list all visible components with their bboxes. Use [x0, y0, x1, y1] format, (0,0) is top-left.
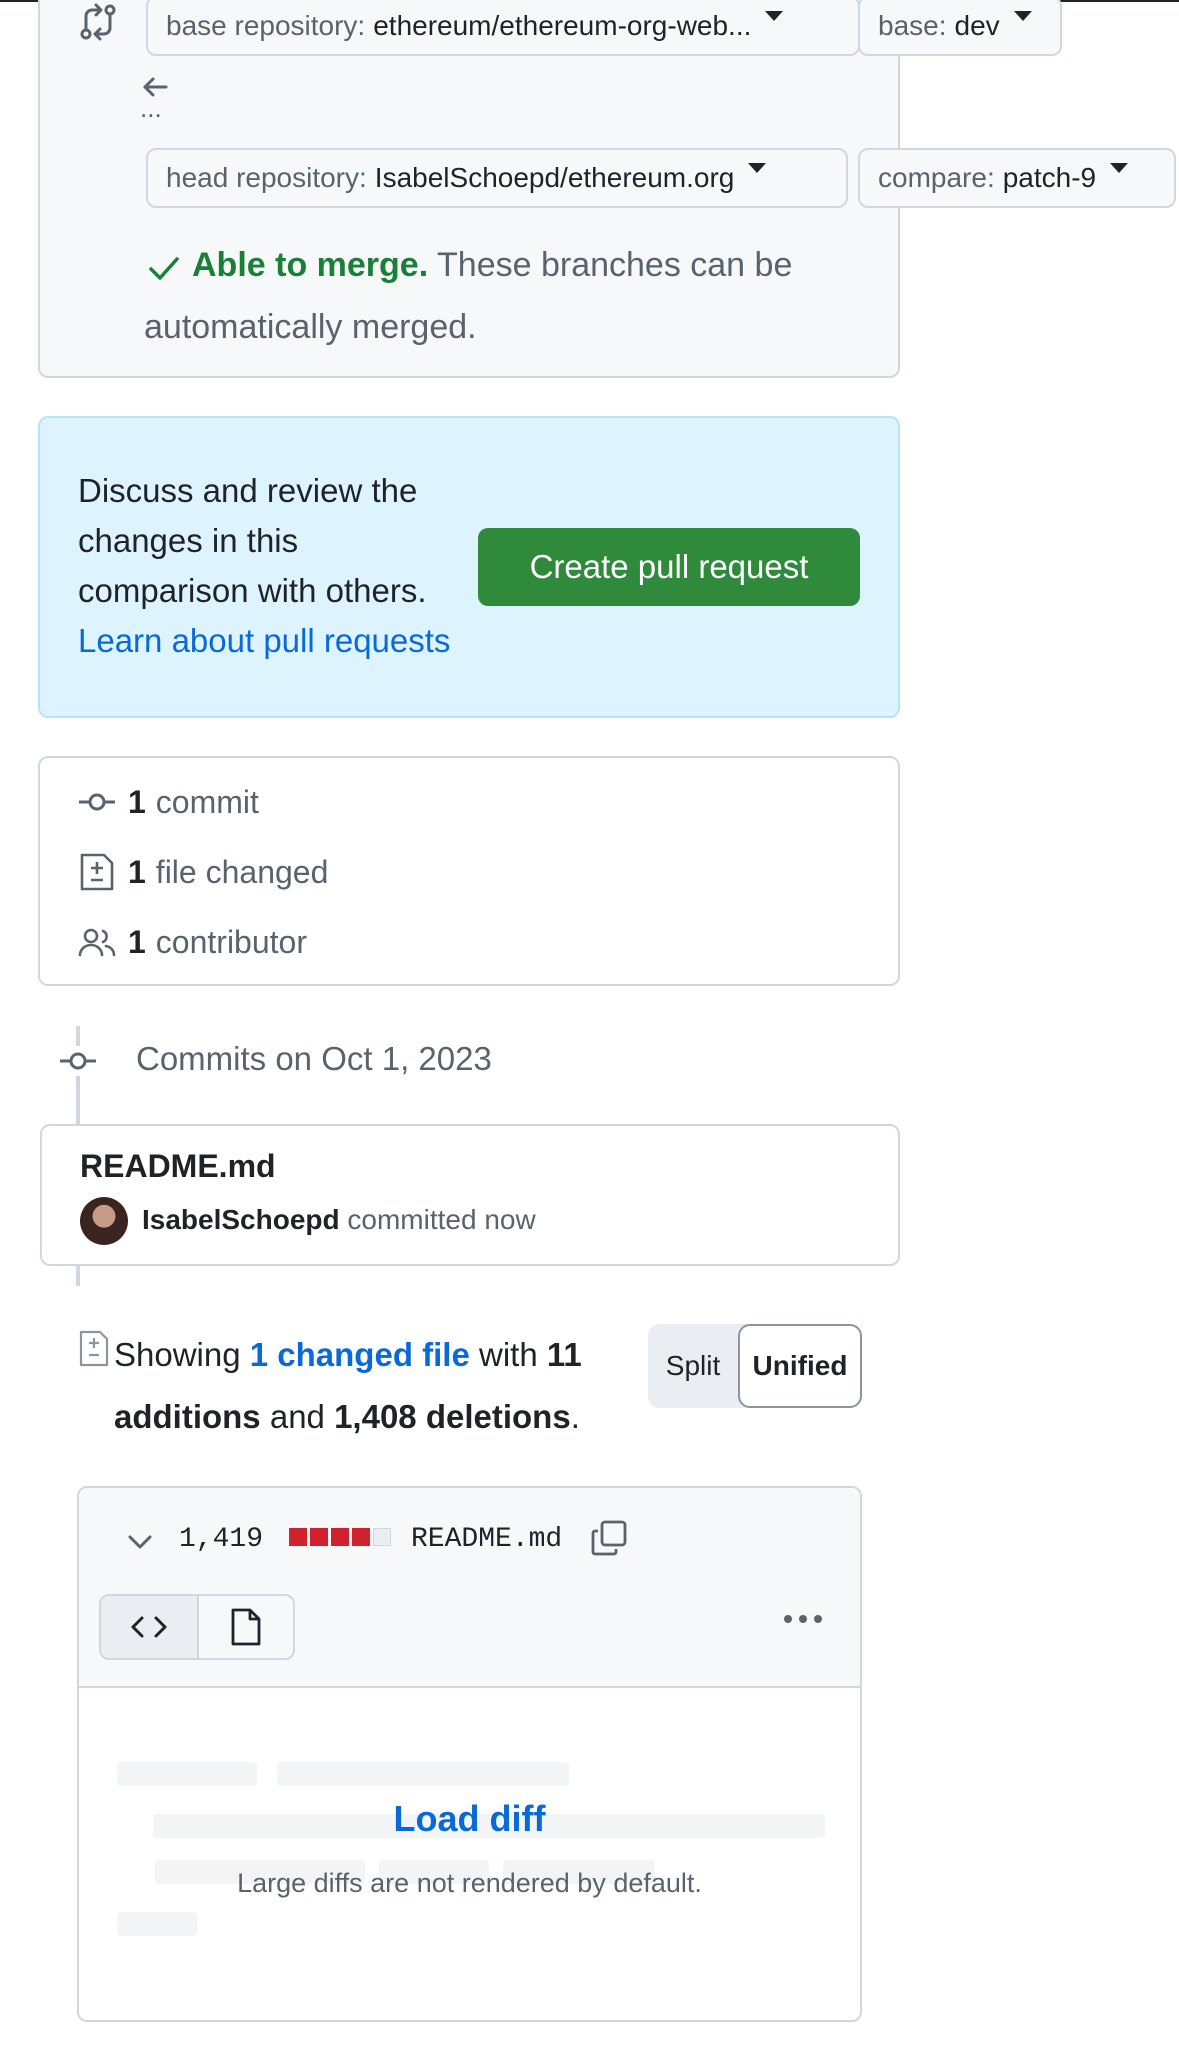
diffstat-deletion-block — [352, 1528, 370, 1546]
files-count: 1 — [128, 853, 146, 890]
skeleton-line — [117, 1912, 197, 1936]
commit-title[interactable]: README.md — [80, 1148, 276, 1185]
git-compare-icon — [80, 3, 116, 41]
range-ellipsis: ... — [140, 93, 162, 123]
deletions-count: 1,408 deletions — [334, 1398, 571, 1435]
discuss-description: Discuss and review the changes in this c… — [78, 466, 478, 666]
contributors-count: 1 — [128, 923, 146, 960]
merge-status: Able to merge. — [192, 246, 429, 284]
head-repository-value: IsabelSchoepd/ethereum.org — [374, 162, 735, 193]
diffstat-deletion-block — [289, 1528, 307, 1546]
merge-detail: These branches can be — [437, 246, 793, 284]
compare-branch-value: patch-9 — [1002, 162, 1097, 193]
merge-status-line: Able to merge. These branches can be — [192, 234, 792, 296]
contributors-label: contributor — [155, 923, 307, 960]
with-text: with — [479, 1336, 538, 1373]
showing-text: Showing — [114, 1336, 241, 1373]
large-diff-note: Large diffs are not rendered by default. — [237, 1868, 702, 1898]
additions-label: additions — [114, 1398, 261, 1435]
file-diff-panel: 1,419 README.md Load diff Large diffs ar… — [77, 1486, 862, 2022]
stat-commits[interactable]: 1 commit — [78, 780, 259, 824]
diffstat-neutral-block — [373, 1528, 391, 1546]
copy-icon[interactable] — [589, 1518, 629, 1558]
source-diff-button[interactable] — [101, 1596, 199, 1658]
stat-contributors[interactable]: 1 contributor — [78, 920, 307, 964]
caret-down-icon — [765, 11, 784, 21]
caret-down-icon — [1110, 163, 1129, 173]
avatar[interactable] — [80, 1197, 128, 1245]
learn-pull-requests-link[interactable]: Learn about pull requests — [78, 616, 478, 666]
unified-view-button[interactable]: Unified — [738, 1324, 862, 1408]
commit-author[interactable]: IsabelSchoepd — [142, 1204, 340, 1235]
check-icon — [149, 257, 179, 280]
discuss-line-2: changes in this — [78, 522, 299, 559]
kebab-horizontal-icon[interactable] — [781, 1612, 825, 1626]
compare-branch-label: compare: — [878, 162, 995, 193]
file-diff-icon — [79, 1330, 109, 1367]
people-icon — [78, 928, 116, 957]
base-branch-label: base: — [878, 10, 947, 41]
compare-branch-select[interactable]: compare: patch-9 — [858, 148, 1176, 208]
base-branch-select[interactable]: base: dev — [858, 0, 1062, 56]
base-branch-value: dev — [954, 10, 1000, 41]
git-commit-icon — [79, 793, 115, 811]
diff-summary: Showing 1 changed file with 11 additions… — [114, 1324, 634, 1448]
stat-files-changed[interactable]: 1 file changed — [78, 850, 328, 894]
commits-label: commit — [155, 783, 259, 820]
base-repository-label: base repository: — [166, 10, 366, 41]
base-repository-value: ethereum/ethereum-org-web... — [373, 10, 752, 41]
commit-time: committed now — [347, 1204, 536, 1235]
load-diff-link: Load diff — [79, 1798, 860, 1840]
commit-meta: IsabelSchoepd committed now — [142, 1204, 536, 1236]
caret-down-icon — [748, 163, 767, 173]
commits-date-heading: Commits on Oct 1, 2023 — [136, 1040, 492, 1077]
file-view-toggle — [99, 1594, 295, 1660]
files-label: file changed — [155, 853, 329, 890]
diffstat-deletion-block — [310, 1528, 328, 1546]
file-diff-icon — [80, 853, 114, 891]
additions-count: 11 — [546, 1336, 582, 1373]
discuss-line-1: Discuss and review the — [78, 472, 418, 509]
commits-count: 1 — [128, 783, 146, 820]
skeleton-line — [277, 1762, 569, 1786]
code-icon — [131, 1616, 167, 1638]
chevron-down-icon[interactable] — [127, 1532, 153, 1552]
commit-card — [40, 1124, 900, 1266]
diffstat-deletion-block — [331, 1528, 349, 1546]
diffstat-bar — [289, 1528, 394, 1550]
head-repository-label: head repository: — [166, 162, 367, 193]
caret-down-icon — [1013, 11, 1032, 21]
head-repository-select[interactable]: head repository: IsabelSchoepd/ethereum.… — [146, 148, 848, 208]
create-pull-request-button[interactable]: Create pull request — [478, 528, 860, 606]
file-header: 1,419 README.md — [79, 1488, 860, 1688]
rich-diff-button[interactable] — [199, 1596, 293, 1658]
diff-change-count: 1,419 — [179, 1524, 264, 1555]
and-text: and — [269, 1398, 325, 1435]
merge-detail-2: automatically merged. — [144, 308, 477, 346]
file-icon — [231, 1608, 261, 1646]
base-repository-select[interactable]: base repository: ethereum/ethereum-org-w… — [146, 0, 860, 56]
timeline-line — [76, 1266, 80, 1286]
split-view-button[interactable]: Split — [648, 1324, 738, 1408]
load-diff-button[interactable]: Load diff — [394, 1798, 546, 1839]
changed-files-link[interactable]: 1 changed file — [250, 1336, 470, 1373]
file-name[interactable]: README.md — [411, 1524, 562, 1555]
discuss-line-3: comparison with others. — [78, 572, 427, 609]
skeleton-line — [117, 1762, 257, 1786]
git-commit-icon — [58, 1046, 98, 1076]
period-text: . — [570, 1398, 580, 1435]
